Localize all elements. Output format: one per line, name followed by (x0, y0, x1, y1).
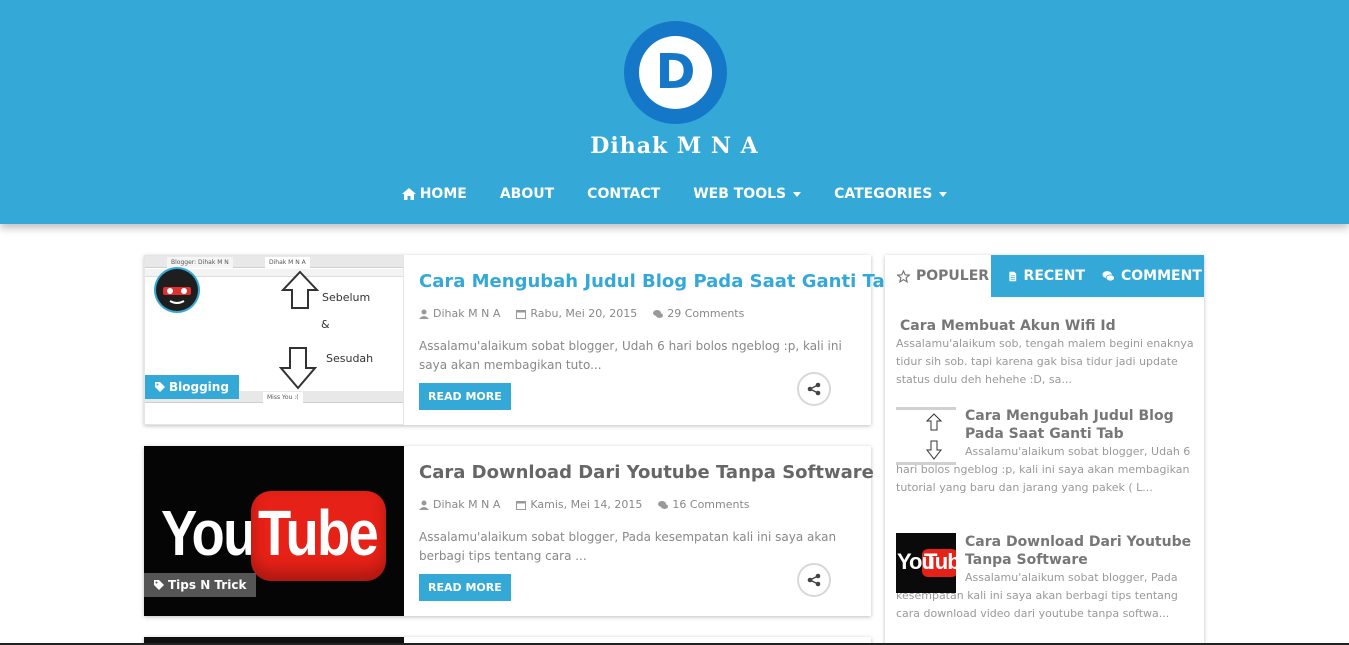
avatar (154, 267, 200, 313)
thumb-caption: & (321, 318, 330, 331)
post-comments-count: 16 Comments (672, 498, 750, 511)
arrow-down-icon (279, 347, 317, 390)
category-label: Blogging (169, 380, 229, 394)
youtube-logo-you: You (161, 497, 256, 569)
thumb-tab: Miss You :( (263, 392, 303, 403)
comments-icon (658, 500, 669, 509)
post-date: Rabu, Mei 20, 2015 (516, 307, 637, 320)
site-title[interactable]: Dihak M N A (0, 133, 1349, 159)
share-button[interactable] (797, 372, 831, 406)
main-nav: HOME ABOUT CONTACT WEB TOOLS CATEGORIES (0, 186, 1349, 202)
read-more-button[interactable]: READ MORE (419, 383, 511, 410)
nav-home[interactable]: HOME (401, 186, 467, 202)
nav-categories[interactable]: CATEGORIES (834, 186, 948, 202)
post-date-text: Rabu, Mei 20, 2015 (530, 307, 638, 320)
nav-categories-label: CATEGORIES (834, 186, 933, 202)
sidebar-tabs: POPULER RECENT COMMENT (885, 255, 1204, 297)
post-date-text: Kamis, Mei 14, 2015 (530, 498, 643, 511)
calendar-icon (516, 500, 527, 510)
thumb-tab-strip (896, 462, 956, 465)
site-logo[interactable]: D (624, 21, 727, 124)
tab-recent-label: RECENT (1023, 268, 1085, 284)
tab-recent[interactable]: RECENT (991, 255, 1085, 297)
thumb-tab: Dihak M N A (265, 257, 310, 268)
tab-popular-label: POPULER (916, 268, 990, 284)
post-author[interactable]: Dihak M N A (419, 498, 500, 511)
arrow-up-icon (281, 270, 319, 309)
post-comments[interactable]: 29 Comments (653, 307, 744, 320)
post-thumbnail[interactable]: Blogger: Dihak M N Dihak M N A Sebelum &… (144, 255, 404, 425)
sidebar-widget: POPULER RECENT COMMENT Cara Membuat Akun… (885, 255, 1204, 645)
share-icon (807, 382, 821, 396)
tab-comment-label: COMMENT (1121, 268, 1202, 284)
nav-contact-label: CONTACT (587, 186, 661, 202)
popular-post-item[interactable]: Cara Mengubah Judul Blog Pada Saat Ganti… (896, 407, 1194, 497)
post-author-name: Dihak M N A (433, 498, 501, 511)
share-icon (807, 573, 821, 587)
post-comments[interactable]: 16 Comments (658, 498, 750, 511)
popular-post-thumb[interactable]: You Tube (896, 533, 956, 593)
post-excerpt: Assalamu'alaikum sobat blogger, Pada kes… (419, 530, 837, 563)
post-excerpt: Assalamu'alaikum sobat blogger, Udah 6 h… (419, 339, 842, 372)
tab-comment[interactable]: COMMENT (1085, 255, 1204, 297)
thumb-caption: Sebelum (322, 291, 371, 304)
comments-icon (1102, 270, 1115, 281)
read-more-button[interactable]: READ MORE (419, 574, 511, 601)
user-icon (419, 500, 429, 510)
popular-post-item[interactable]: Cara Membuat Akun Wifi Id Assalamu'alaik… (896, 317, 1194, 389)
site-header: D Dihak M N A HOME ABOUT CONTACT WEB TOO… (0, 0, 1349, 224)
tab-popular[interactable]: POPULER (885, 255, 991, 297)
nav-web-tools-label: WEB TOOLS (693, 186, 787, 202)
avatar-face-icon (156, 269, 198, 311)
post-title[interactable]: Cara Download Dari Youtube Tanpa Softwar… (419, 462, 874, 483)
post-card: Blogger: Dihak M N Dihak M N A Sebelum &… (144, 255, 898, 425)
calendar-icon (516, 309, 527, 319)
comments-icon (653, 309, 664, 318)
popular-post-item[interactable]: You Tube Cara Download Dari Youtube Tanp… (896, 533, 1194, 623)
post-thumbnail[interactable]: You Tube Tips N Trick (144, 446, 404, 616)
logo-inner-circle: D (639, 36, 712, 109)
caret-down-icon (793, 191, 802, 197)
post-author[interactable]: Dihak M N A (419, 307, 500, 320)
share-button[interactable] (797, 563, 831, 597)
arrow-up-icon (926, 413, 942, 431)
caret-down-icon (939, 191, 948, 197)
post-date: Kamis, Mei 14, 2015 (516, 498, 642, 511)
popular-post-thumb[interactable] (896, 407, 956, 465)
category-badge[interactable]: Tips N Trick (144, 573, 257, 597)
popular-post-desc: Assalamu'alaikum sob, tengah malem begin… (896, 337, 1194, 386)
category-badge[interactable]: Blogging (145, 375, 239, 399)
post-comments-count: 29 Comments (667, 307, 745, 320)
user-icon (419, 309, 429, 319)
post-meta: Dihak M N A Rabu, Mei 20, 2015 29 Commen… (419, 307, 744, 320)
nav-web-tools[interactable]: WEB TOOLS (693, 186, 802, 202)
logo-letter: D (655, 44, 696, 100)
file-icon (1009, 271, 1017, 281)
thumb-caption: Sesudah (326, 352, 374, 365)
nav-contact[interactable]: CONTACT (587, 186, 660, 202)
post-card: You Tube Tips N Trick Cara Download Dari… (144, 446, 874, 616)
post-meta: Dihak M N A Kamis, Mei 14, 2015 16 Comme… (419, 498, 750, 511)
youtube-logo-tube: Tube (924, 549, 956, 574)
popular-post-title[interactable]: Cara Membuat Akun Wifi Id (896, 317, 1194, 335)
thumb-browser-tabs: Blogger: Dihak M N Dihak M N A (145, 256, 403, 268)
home-icon (401, 188, 416, 200)
post-author-name: Dihak M N A (433, 307, 501, 320)
youtube-logo-tube: Tube (258, 497, 379, 569)
post-title[interactable]: Cara Mengubah Judul Blog Pada Saat Ganti… (419, 271, 898, 292)
category-label: Tips N Trick (168, 578, 247, 592)
nav-about[interactable]: ABOUT (500, 186, 554, 202)
arrow-down-icon (926, 440, 942, 460)
tag-icon (154, 580, 164, 590)
star-icon (897, 269, 910, 283)
nav-about-label: ABOUT (499, 186, 555, 202)
nav-home-label: HOME (419, 186, 467, 202)
tag-icon (155, 382, 165, 392)
